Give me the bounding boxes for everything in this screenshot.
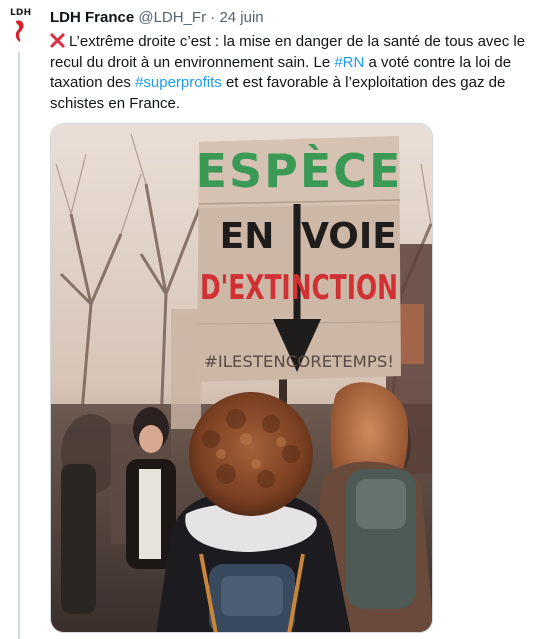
- ldh-logo-icon: [15, 20, 24, 42]
- sign-line-voie: VOIE: [301, 216, 397, 257]
- thread-line: [18, 52, 20, 639]
- tweet-text: L’extrême droite c’est : la mise en dang…: [50, 31, 538, 114]
- avatar-logo-text: LDH: [10, 8, 32, 18]
- author-name[interactable]: LDH France: [50, 9, 134, 26]
- avatar[interactable]: LDH: [4, 6, 34, 46]
- tweet-photo[interactable]: ESPÈCE EN VOIE D'EXTINCTION #ILESTENCORE…: [50, 123, 433, 633]
- hashtag-rn[interactable]: #RN: [334, 54, 364, 71]
- sign-line-extinction: D'EXTINCTION: [200, 268, 398, 308]
- sign-hashtag: #ILESTENCOREТЕМPS!: [204, 352, 394, 371]
- sign-line-espece: ESPÈCE: [196, 144, 403, 198]
- tweet-header: LDH France @LDH_Fr · 24 juin: [50, 9, 264, 26]
- protest-sign: ESPÈCE EN VOIE D'EXTINCTION #ILESTENCORE…: [196, 136, 403, 382]
- header-separator: ·: [210, 9, 216, 26]
- tweet-date[interactable]: 24 juin: [219, 9, 263, 26]
- author-handle[interactable]: @LDH_Fr: [138, 9, 206, 26]
- cross-mark-icon: [50, 33, 65, 48]
- hashtag-superprofits[interactable]: #superprofits: [135, 74, 222, 91]
- sign-line-en: EN: [220, 216, 275, 257]
- protest-photo: ESPÈCE EN VOIE D'EXTINCTION #ILESTENCORE…: [51, 124, 432, 632]
